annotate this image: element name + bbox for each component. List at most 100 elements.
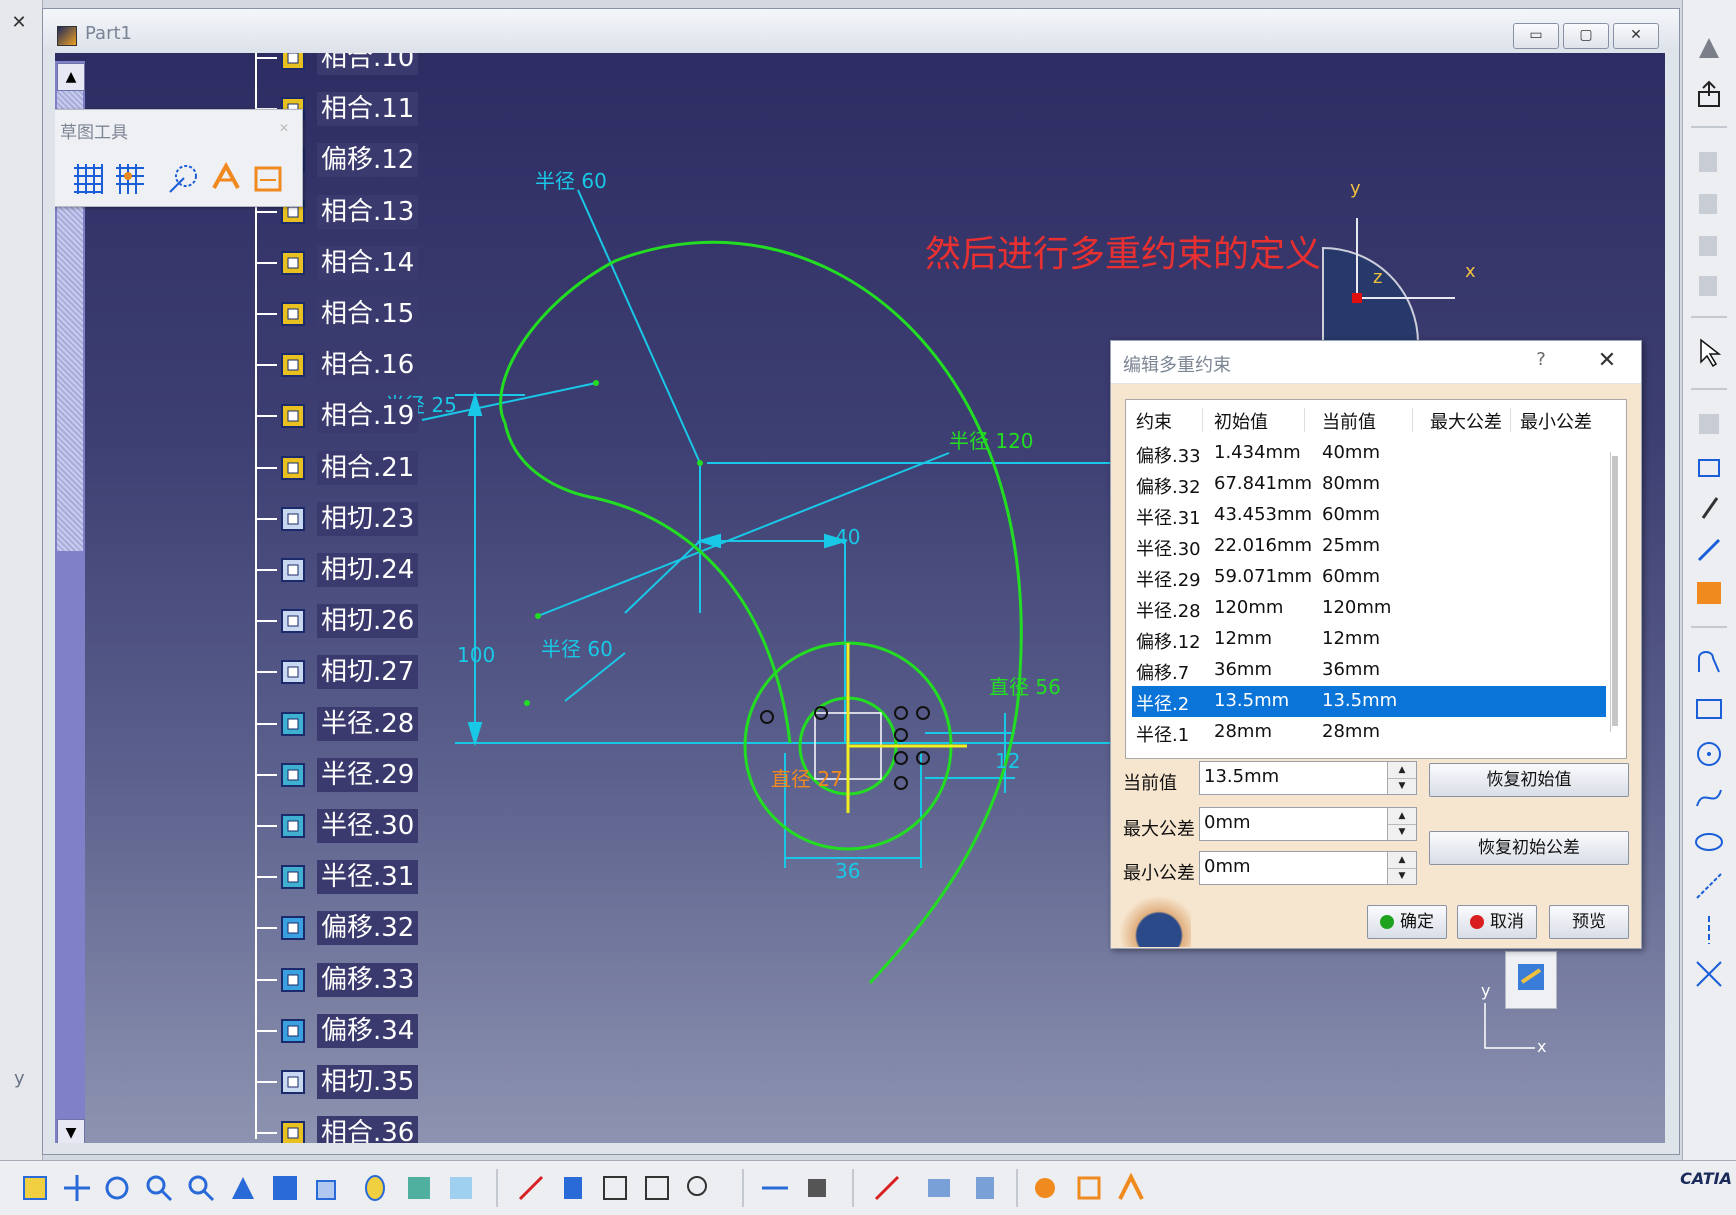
- swap-visible-space-icon[interactable]: [446, 1173, 476, 1203]
- paste-special-icon[interactable]: [1693, 230, 1725, 262]
- dimension-constraint-icon[interactable]: [1693, 534, 1725, 566]
- catalog-icon[interactable]: [924, 1173, 954, 1203]
- coincidence-icon[interactable]: [279, 350, 309, 380]
- label-dim100[interactable]: 100: [457, 643, 495, 667]
- coincidence-icon[interactable]: [279, 1118, 309, 1143]
- table-scrollbar[interactable]: [1610, 452, 1621, 732]
- cancel-button[interactable]: 取消: [1457, 905, 1537, 939]
- label-radius60-top[interactable]: 半径 60: [535, 165, 607, 194]
- maximize-button[interactable]: ▢: [1563, 23, 1609, 49]
- edit-multiple-constraints-icon[interactable]: [1693, 576, 1725, 608]
- tree-item-label[interactable]: 相合.15: [317, 297, 419, 331]
- current-value-field[interactable]: 13.5mm ▲ ▼: [1199, 761, 1417, 795]
- preview-button[interactable]: 预览: [1549, 905, 1629, 939]
- help-icon[interactable]: ?: [1529, 349, 1553, 373]
- diagnostic-icon[interactable]: [642, 1173, 672, 1203]
- iso-view-icon[interactable]: [312, 1173, 342, 1203]
- label-radius120[interactable]: 半径 120: [949, 425, 1034, 454]
- tangency-icon[interactable]: [279, 606, 309, 636]
- tangency-icon[interactable]: [279, 555, 309, 585]
- tree-item-label[interactable]: 偏移.34: [317, 1013, 419, 1048]
- dialog-titlebar[interactable]: 编辑多重约束 ? ✕: [1111, 341, 1641, 384]
- tree-item-label[interactable]: 相合.36: [317, 1116, 419, 1143]
- column-header-max-tol[interactable]: 最大公差: [1430, 408, 1511, 433]
- label-diameter27[interactable]: 直径 27: [771, 763, 843, 792]
- table-row[interactable]: 半径.28 120mm 120mm: [1132, 593, 1606, 624]
- constraint-icon[interactable]: [1693, 492, 1725, 524]
- sketch-dimension-orange-icon[interactable]: [1074, 1173, 1104, 1203]
- min-tol-spinner[interactable]: ▲ ▼: [1387, 852, 1416, 884]
- tree-item-label[interactable]: 相切.26: [317, 604, 419, 639]
- multi-view-icon[interactable]: [270, 1173, 300, 1203]
- tree-item-label[interactable]: 半径.29: [317, 757, 419, 792]
- offset-icon[interactable]: [279, 1016, 309, 1046]
- rectangle-icon[interactable]: [1693, 692, 1725, 724]
- circle-icon[interactable]: [1693, 738, 1725, 770]
- close-button[interactable]: ✕: [1613, 23, 1659, 49]
- column-header-constraint[interactable]: 约束: [1136, 408, 1203, 433]
- profile-tools-icon[interactable]: [1693, 408, 1725, 440]
- update-icon[interactable]: [1506, 952, 1556, 1008]
- coincidence-icon[interactable]: [279, 453, 309, 483]
- column-header-min-tol[interactable]: 最小公差: [1520, 408, 1600, 433]
- spin-up-icon[interactable]: ▲: [1388, 808, 1416, 825]
- spin-up-icon[interactable]: ▲: [1388, 852, 1416, 869]
- max-tol-field[interactable]: 0mm ▲ ▼: [1199, 807, 1417, 841]
- max-tol-spinner[interactable]: ▲ ▼: [1387, 808, 1416, 840]
- tangency-icon[interactable]: [279, 1067, 309, 1097]
- visualization-icon[interactable]: [600, 1173, 630, 1203]
- fit-all-icon[interactable]: [20, 1173, 50, 1203]
- inertia-icon[interactable]: [802, 1173, 832, 1203]
- table-row[interactable]: 半径.30 22.016mm 25mm: [1132, 531, 1606, 562]
- restore-initial-value-button[interactable]: 恢复初始值: [1429, 763, 1629, 797]
- table-row[interactable]: 偏移.7 36mm 36mm: [1132, 655, 1606, 686]
- table-row[interactable]: 偏移.12 12mm 12mm: [1132, 624, 1606, 655]
- window-titlebar[interactable]: Part1 ▭ ▢ ✕: [43, 9, 1679, 53]
- tree-item-label[interactable]: 相合.16: [317, 348, 419, 383]
- knowledge-icon[interactable]: [970, 1173, 1000, 1203]
- profile-icon[interactable]: [1693, 646, 1725, 678]
- tree-item-label[interactable]: 半径.30: [317, 809, 419, 843]
- grid-icon[interactable]: [70, 160, 106, 196]
- label-dim12[interactable]: 12: [995, 749, 1020, 773]
- restore-initial-tolerance-button[interactable]: 恢复初始公差: [1429, 831, 1629, 865]
- sketch-list-icon[interactable]: [558, 1173, 588, 1203]
- axis-icon[interactable]: [1693, 914, 1725, 946]
- tree-item-label[interactable]: 相切.35: [317, 1065, 419, 1099]
- snap-to-point-icon[interactable]: [112, 160, 148, 196]
- tree-item-label[interactable]: 偏移.32: [317, 911, 419, 946]
- export-icon[interactable]: [1693, 78, 1725, 110]
- radius-icon[interactable]: [279, 811, 309, 841]
- label-diameter56[interactable]: 直径 56: [989, 671, 1061, 700]
- spline-icon[interactable]: [1693, 782, 1725, 814]
- spin-down-icon[interactable]: ▼: [1388, 778, 1416, 794]
- tree-item-label[interactable]: 相合.10: [317, 53, 419, 75]
- coincidence-icon[interactable]: [279, 401, 309, 431]
- delete-icon[interactable]: [1693, 270, 1725, 302]
- minimize-button[interactable]: ▭: [1513, 23, 1559, 49]
- tree-item-label[interactable]: 相合.11: [317, 92, 419, 127]
- shading-icon[interactable]: [360, 1173, 390, 1203]
- floating-toolbar[interactable]: [1505, 951, 1557, 1009]
- geometric-constraints-icon[interactable]: [208, 160, 244, 196]
- pan-icon[interactable]: [62, 1173, 92, 1203]
- tree-item-label[interactable]: 半径.28: [317, 706, 419, 741]
- construction-element-icon[interactable]: [166, 160, 202, 196]
- tree-item-label[interactable]: 相合.19: [317, 399, 419, 434]
- radius-icon[interactable]: [279, 760, 309, 790]
- measure-icon[interactable]: [760, 1173, 790, 1203]
- sketch-tools-toolbar[interactable]: 草图工具 ✕: [55, 109, 303, 207]
- cut-by-sketch-plane-icon[interactable]: [516, 1173, 546, 1203]
- spin-down-icon[interactable]: ▼: [1388, 868, 1416, 884]
- zoom-in-icon[interactable]: [144, 1173, 174, 1203]
- tangency-icon[interactable]: [279, 657, 309, 687]
- tangency-icon[interactable]: [279, 504, 309, 534]
- offset-icon[interactable]: [279, 965, 309, 995]
- tree-item-label[interactable]: 半径.31: [317, 860, 419, 895]
- table-row[interactable]: 偏移.33 1.434mm 40mm: [1132, 438, 1606, 469]
- background-close-icon[interactable]: ✕: [6, 12, 32, 34]
- column-header-initial[interactable]: 初始值: [1214, 408, 1305, 433]
- paste-icon[interactable]: [1693, 188, 1725, 220]
- point-icon[interactable]: [1693, 958, 1725, 990]
- column-header-current[interactable]: 当前值: [1322, 408, 1413, 433]
